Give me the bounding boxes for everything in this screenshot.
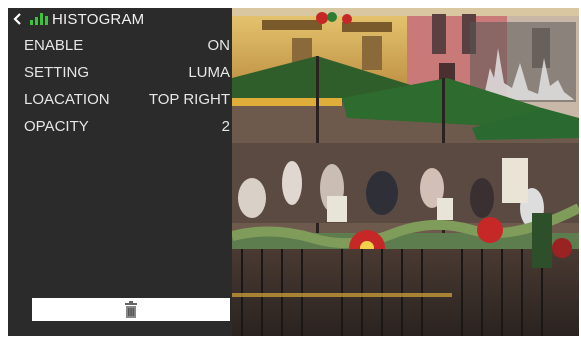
setting-row-location[interactable]: LOACATION TOP RIGHT xyxy=(8,86,232,113)
setting-row-setting[interactable]: SETTING LUMA xyxy=(8,59,232,86)
histogram-menu-panel: HISTOGRAM ENABLE ON SETTING LUMA LOACATI… xyxy=(8,8,232,336)
monitor-screen: HISTOGRAM ENABLE ON SETTING LUMA LOACATI… xyxy=(8,8,579,336)
setting-label: LOACATION xyxy=(24,91,110,108)
preview-image xyxy=(232,8,579,336)
back-button[interactable] xyxy=(11,12,25,26)
camera-preview xyxy=(232,8,579,336)
menu-title: HISTOGRAM xyxy=(52,10,145,28)
trash-icon xyxy=(125,300,137,318)
setting-label: SETTING xyxy=(24,64,90,81)
setting-value: LUMA xyxy=(188,64,230,81)
delete-button[interactable] xyxy=(32,298,230,321)
setting-value: TOP RIGHT xyxy=(148,91,230,108)
setting-label: OPACITY xyxy=(24,118,89,135)
setting-value: ON xyxy=(207,37,231,54)
histogram-bars-icon xyxy=(30,13,48,25)
setting-row-opacity[interactable]: OPACITY 2 xyxy=(8,113,232,140)
setting-value: 2 xyxy=(221,118,230,135)
chevron-left-icon xyxy=(13,13,21,25)
setting-label: ENABLE xyxy=(24,37,84,54)
menu-header: HISTOGRAM xyxy=(8,8,232,30)
settings-list: ENABLE ON SETTING LUMA LOACATION TOP RIG… xyxy=(8,32,232,140)
setting-row-enable[interactable]: ENABLE ON xyxy=(8,32,232,59)
